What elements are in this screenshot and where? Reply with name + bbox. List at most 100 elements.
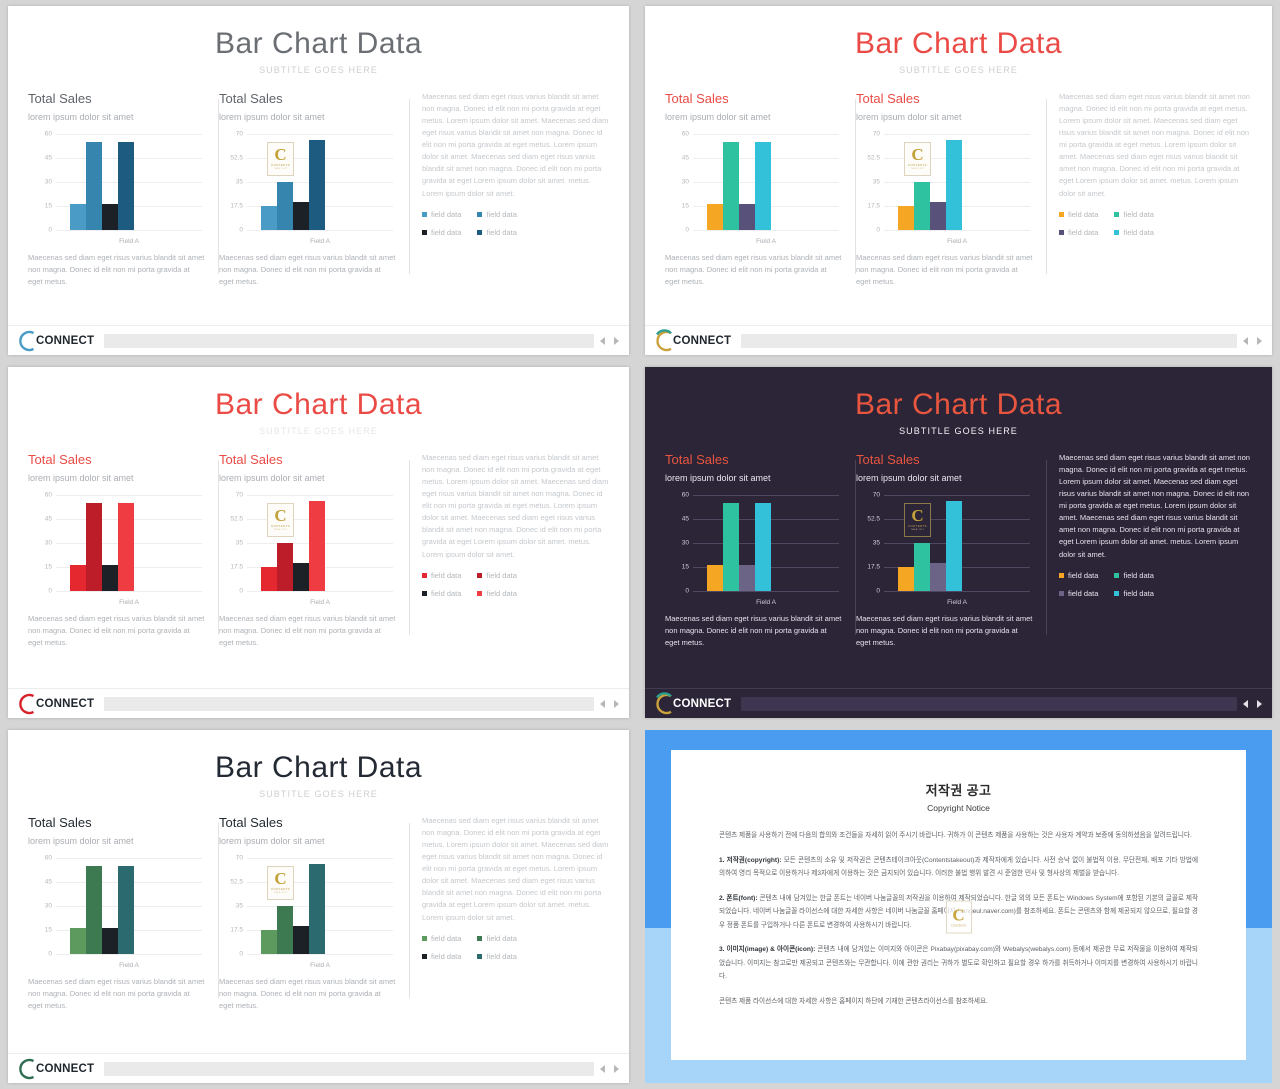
slide-3[interactable]: Bar Chart Data SUBTITLE GOES HERE Total … <box>8 367 629 718</box>
slide-cell-2[interactable]: Bar Chart Data SUBTITLE GOES HERE Total … <box>637 0 1280 361</box>
legend-row: field data field data <box>1059 589 1252 598</box>
slide-nav-buttons <box>600 336 623 345</box>
prev-slide-icon[interactable] <box>1243 336 1248 345</box>
slide-2[interactable]: Bar Chart Data SUBTITLE GOES HERE Total … <box>645 6 1272 355</box>
connect-logo[interactable]: CONNECT <box>649 328 731 354</box>
chart-bar <box>293 202 309 230</box>
legend-item[interactable]: field data <box>1059 589 1098 598</box>
slide-thumbnail-grid: Bar Chart Data SUBTITLE GOES HERE Total … <box>0 0 1280 1089</box>
legend-swatch-icon <box>477 953 483 959</box>
prev-slide-icon[interactable] <box>1243 699 1248 708</box>
slide-4[interactable]: Bar Chart Data SUBTITLE GOES HERE Total … <box>645 367 1272 718</box>
legend-item[interactable]: field data <box>477 589 517 598</box>
legend-label: field data <box>486 570 517 580</box>
contents-watermark-logo: C CONTENTS TAKE OUT <box>267 865 294 900</box>
chart-column-left: Total Sales lorem ipsum dolor sit amet 6… <box>665 91 855 288</box>
legend-item[interactable]: field data <box>1059 228 1098 237</box>
legend-item[interactable]: field data <box>1059 210 1098 219</box>
connect-logo[interactable]: CONNECT <box>12 328 94 354</box>
next-slide-icon[interactable] <box>1257 699 1262 708</box>
legend-item[interactable]: field data <box>422 571 461 580</box>
chart-ytick: 0 <box>876 587 880 594</box>
slide-cell-3[interactable]: Bar Chart Data SUBTITLE GOES HERE Total … <box>0 361 637 724</box>
body-paragraph: Maecenas sed diam eget risus varius blan… <box>422 815 609 922</box>
contents-watermark-logo: C CONTENTS <box>945 900 972 934</box>
legend-item[interactable]: field data <box>477 934 517 943</box>
prev-slide-icon[interactable] <box>600 699 605 708</box>
chart-column-left: Total Sales lorem ipsum dolor sit amet 6… <box>28 91 218 288</box>
slide-canvas: Bar Chart Data SUBTITLE GOES HERE Total … <box>645 6 1272 325</box>
prev-slide-icon[interactable] <box>600 1064 605 1073</box>
slide-progress-bar[interactable] <box>741 333 1237 348</box>
copyright-outro: 콘텐츠 제품 라이선스에 대한 자세한 사항은 홈페이지 하단에 기재한 콘텐츠… <box>719 997 988 1005</box>
legend-item[interactable]: field data <box>1114 589 1154 598</box>
slide-cell-4[interactable]: Bar Chart Data SUBTITLE GOES HERE Total … <box>637 361 1280 724</box>
chart-ytick: 35 <box>872 178 880 185</box>
watermark-c-letter: C <box>274 505 287 525</box>
legend-swatch-icon <box>477 935 483 941</box>
chart-bar <box>261 566 277 591</box>
chart-ytick: 30 <box>681 539 689 546</box>
legend-item[interactable]: field data <box>422 228 461 237</box>
legend-item[interactable]: field data <box>477 228 517 237</box>
bar-chart: C CONTENTS TAKE OUT 70 52.5 35 17.5 0 Fi… <box>221 854 397 969</box>
legend-label: field data <box>431 933 462 943</box>
chart-description: Maecenas sed diam eget risus varius blan… <box>219 976 396 1010</box>
chart-bar <box>102 203 118 230</box>
legend-label: field data <box>431 209 462 219</box>
slide-progress-bar[interactable] <box>104 333 594 348</box>
legend-item[interactable]: field data <box>477 570 517 580</box>
chart-description: Maecenas sed diam eget risus varius blan… <box>28 976 205 1010</box>
slide-progress-bar[interactable] <box>741 696 1237 711</box>
legend-item[interactable]: field data <box>1059 571 1098 580</box>
legend-item[interactable]: field data <box>1114 228 1154 237</box>
slide-cell-1[interactable]: Bar Chart Data SUBTITLE GOES HERE Total … <box>0 0 637 361</box>
chart-bar <box>102 927 118 954</box>
legend-item[interactable]: field data <box>422 589 461 598</box>
slide-6-copyright[interactable]: 저작권 공고 Copyright Notice 콘텐츠 제품을 사용하기 전에 … <box>645 730 1272 1083</box>
chart-ytick: 45 <box>44 154 52 161</box>
copyright-title-en: Copyright Notice <box>927 803 990 813</box>
chart-plot-area: 60 45 30 15 0 <box>45 130 202 233</box>
slide-1[interactable]: Bar Chart Data SUBTITLE GOES HERE Total … <box>8 6 629 355</box>
connect-logo[interactable]: CONNECT <box>649 691 731 717</box>
next-slide-icon[interactable] <box>614 1064 619 1073</box>
bar-chart: C CONTENTS TAKE OUT 70 52.5 35 17.5 0 Fi… <box>221 491 397 606</box>
legend-swatch-icon <box>422 590 427 596</box>
legend-item[interactable]: field data <box>477 210 517 219</box>
chart-bar <box>70 564 86 591</box>
slide-cell-6[interactable]: 저작권 공고 Copyright Notice 콘텐츠 제품을 사용하기 전에 … <box>637 724 1280 1089</box>
chart-xaxis-label: Field A <box>947 598 967 606</box>
legend-item[interactable]: field data <box>422 952 461 961</box>
legend-item[interactable]: field data <box>477 952 517 961</box>
connect-logo[interactable]: CONNECT <box>12 691 94 717</box>
legend-swatch-icon <box>1114 590 1120 596</box>
slide-progress-bar[interactable] <box>104 1061 594 1076</box>
slide-cell-5[interactable]: Bar Chart Data SUBTITLE GOES HERE Total … <box>0 724 637 1089</box>
connect-logo[interactable]: CONNECT <box>12 1056 94 1082</box>
chart-bar <box>118 141 134 230</box>
chart-xaxis-label: Field A <box>947 237 967 245</box>
page-title: Bar Chart Data <box>214 388 423 421</box>
next-slide-icon[interactable] <box>614 699 619 708</box>
prev-slide-icon[interactable] <box>600 336 605 345</box>
next-slide-icon[interactable] <box>614 336 619 345</box>
watermark-c-letter: C <box>274 868 287 888</box>
slide-progress-bar[interactable] <box>104 696 594 711</box>
chart-ytick: 52.5 <box>230 154 243 161</box>
legend-label: field data <box>1068 209 1099 219</box>
legend-item[interactable]: field data <box>1114 571 1154 580</box>
watermark-c-letter: C <box>274 144 287 164</box>
body-paragraph: Maecenas sed diam eget risus varius blan… <box>1059 452 1250 559</box>
next-slide-icon[interactable] <box>1257 336 1262 345</box>
copyright-clause-1: 1. 저작권(copyright): 모든 콘텐츠의 소유 및 저작권은 콘텐츠… <box>719 854 1198 881</box>
legend-item[interactable]: field data <box>1114 210 1154 219</box>
bar-chart: 60 45 30 15 0 Field A <box>30 491 206 606</box>
slide-5[interactable]: Bar Chart Data SUBTITLE GOES HERE Total … <box>8 730 629 1083</box>
legend-item[interactable]: field data <box>422 934 461 943</box>
clause-3-label: 3. 이미지(image) & 아이콘(icon): <box>719 946 816 954</box>
section-subheading: lorem ipsum dolor sit amet <box>28 111 134 122</box>
legend-swatch-icon <box>422 935 427 941</box>
logo-text: CONNECT <box>673 697 732 710</box>
legend-item[interactable]: field data <box>422 210 461 219</box>
